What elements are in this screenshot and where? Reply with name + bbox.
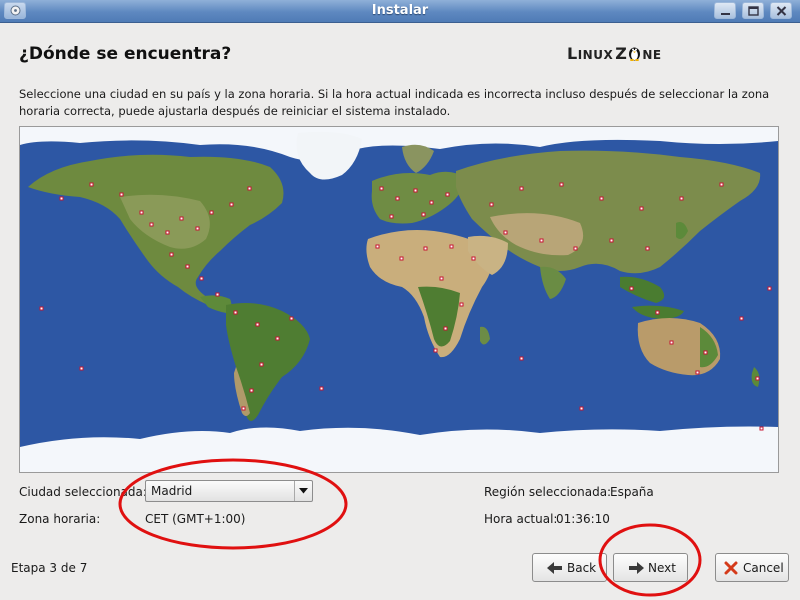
city-select[interactable]: Madrid <box>145 480 313 502</box>
maximize-icon <box>748 6 759 16</box>
cancel-label: Cancel <box>743 561 784 575</box>
close-icon <box>776 6 787 16</box>
region-value: España <box>610 485 654 499</box>
penguin-icon <box>628 45 641 61</box>
cancel-button[interactable]: Cancel <box>715 553 789 582</box>
arrow-left-icon <box>547 562 563 577</box>
timezone-label: Zona horaria: <box>19 512 101 526</box>
intro-text: Seleccione una ciudad en su país y la zo… <box>19 87 770 118</box>
linuxzone-logo: LINUX Z NE <box>567 44 662 63</box>
current-time-value: 01:36:10 <box>556 512 610 526</box>
next-label: Next <box>648 561 676 575</box>
region-label: Región seleccionada: <box>484 485 612 499</box>
page-title: ¿Dónde se encuentra? <box>19 44 232 64</box>
step-indicator: Etapa 3 de 7 <box>11 561 88 575</box>
minimize-icon <box>721 13 730 15</box>
timezone-map[interactable] <box>19 126 779 473</box>
maximize-button[interactable] <box>742 2 764 19</box>
window-title: Instalar <box>371 3 429 18</box>
window-titlebar: Instalar <box>0 0 800 23</box>
city-label: Ciudad seleccionada: <box>19 485 147 499</box>
close-button[interactable] <box>770 2 792 19</box>
dropdown-arrow[interactable] <box>294 481 312 501</box>
back-label: Back <box>567 561 597 575</box>
cancel-x-icon <box>724 561 738 578</box>
next-button[interactable]: Next <box>613 553 688 582</box>
minimize-button[interactable] <box>714 2 736 19</box>
annotation-ellipse-city <box>118 458 348 550</box>
back-button[interactable]: Back <box>532 553 607 582</box>
city-select-value: Madrid <box>151 484 193 498</box>
arrow-right-icon <box>628 562 644 577</box>
current-time-label: Hora actual: <box>484 512 558 526</box>
world-map[interactable] <box>20 127 778 472</box>
chevron-down-icon <box>299 488 308 494</box>
timezone-value: CET (GMT+1:00) <box>145 512 246 526</box>
